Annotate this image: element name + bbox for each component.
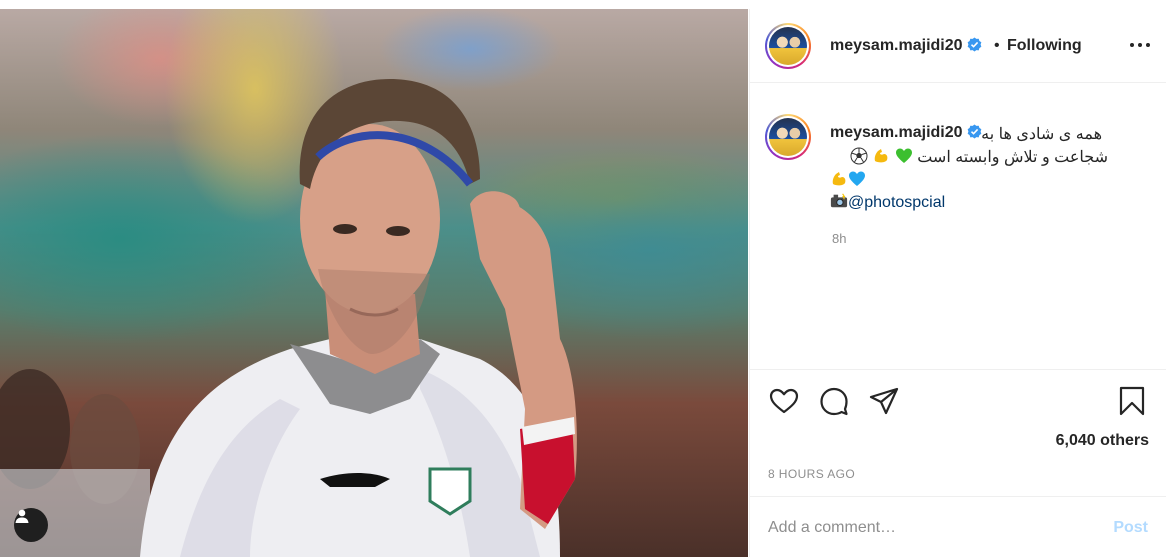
likes-count[interactable]: 6,040 others <box>1056 432 1149 450</box>
post-photo[interactable] <box>0 9 748 557</box>
caption-text-line-1: همه ی شادی ها به <box>981 126 1102 143</box>
more-options-button[interactable] <box>1126 33 1154 57</box>
heart-icon[interactable] <box>768 385 800 417</box>
caption-text-line-2: شجاعت و تلاش وابسته است <box>850 147 1108 167</box>
caption-username[interactable]: meysam.majidi20 <box>830 124 982 142</box>
caption-time[interactable]: 8h <box>832 231 846 246</box>
bookmark-icon[interactable] <box>1116 385 1148 417</box>
more-horizontal-icon <box>1130 43 1134 47</box>
post-details-panel: meysam.majidi20 • Following meysam.majid… <box>749 9 1166 557</box>
post-header: meysam.majidi20 • Following <box>750 9 1166 83</box>
caption-credit-line: @photospcial <box>830 192 945 212</box>
header-username[interactable]: meysam.majidi20 <box>830 37 982 55</box>
following-button[interactable]: Following <box>1007 37 1082 55</box>
comment-input[interactable] <box>768 519 1068 537</box>
soccer-ball-icon <box>850 147 868 165</box>
camera-with-flash-icon <box>830 193 848 208</box>
paper-plane-icon[interactable] <box>868 385 900 417</box>
player-illustration <box>0 79 577 557</box>
separator-dot: • <box>994 37 1000 54</box>
post-comment-button[interactable]: Post <box>1113 519 1148 537</box>
caption-avatar[interactable] <box>765 114 811 160</box>
blue-heart-icon <box>849 171 865 186</box>
flexed-biceps-icon <box>875 149 888 163</box>
user-icon <box>15 509 29 523</box>
tagged-users-button[interactable] <box>14 508 48 542</box>
comment-bar: Post <box>750 496 1166 557</box>
comment-icon[interactable] <box>818 385 850 417</box>
caption-emoji-line <box>830 170 866 190</box>
flexed-biceps-icon <box>832 172 846 186</box>
green-heart-icon <box>895 148 912 163</box>
verified-badge-icon <box>967 37 981 52</box>
posted-timestamp[interactable]: 8 HOURS AGO <box>768 467 855 481</box>
verified-badge-icon <box>967 124 981 139</box>
photographer-mention-link[interactable]: @photospcial <box>848 194 945 211</box>
caption-text-line-2-text: شجاعت و تلاش وابسته است <box>917 149 1108 166</box>
avatar[interactable] <box>765 23 811 69</box>
